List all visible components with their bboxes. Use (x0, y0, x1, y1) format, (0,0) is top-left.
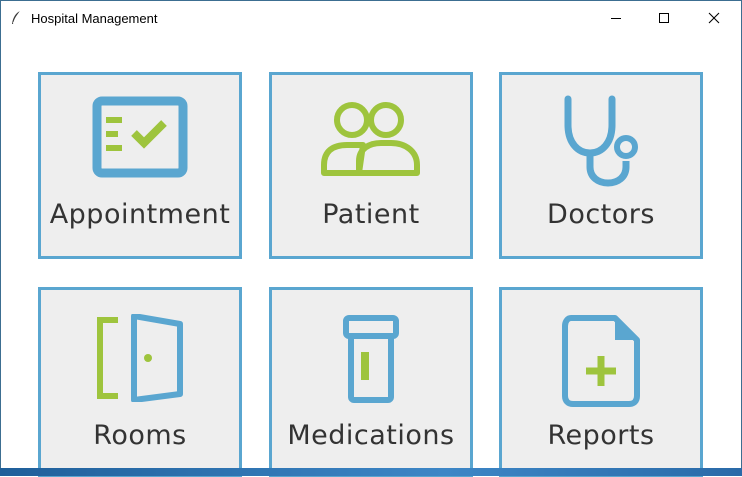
appointment-checklist-icon (92, 96, 188, 178)
appointment-label: Appointment (49, 199, 231, 230)
reports-tile[interactable]: Reports (499, 287, 703, 477)
rooms-tile[interactable]: Rooms (38, 287, 242, 477)
maximize-icon (659, 13, 669, 23)
patient-tile[interactable]: Patient (269, 72, 473, 259)
door-icon (97, 314, 183, 402)
close-icon (708, 12, 720, 24)
reports-label: Reports (547, 420, 655, 451)
title-bar[interactable]: Hospital Management (1, 1, 741, 35)
medications-label: Medications (287, 420, 455, 451)
appointment-tile[interactable]: Appointment (38, 72, 242, 259)
patients-icon (321, 102, 420, 176)
minimize-icon (611, 18, 621, 19)
minimize-button[interactable] (593, 1, 639, 35)
maximize-button[interactable] (641, 1, 687, 35)
close-button[interactable] (691, 1, 737, 35)
patient-label: Patient (322, 199, 420, 230)
taskbar-edge (0, 468, 742, 476)
doctors-label: Doctors (547, 199, 655, 230)
feather-icon (12, 10, 21, 24)
app-window: Hospital Management Appointment Patient … (0, 0, 742, 477)
window-title: Hospital Management (31, 11, 158, 26)
doctors-tile[interactable]: Doctors (499, 72, 703, 259)
medications-tile[interactable]: Medications (269, 287, 473, 477)
stethoscope-icon (564, 95, 638, 187)
medical-report-icon (562, 315, 640, 407)
pill-bottle-icon (343, 315, 399, 403)
rooms-label: Rooms (93, 420, 187, 451)
